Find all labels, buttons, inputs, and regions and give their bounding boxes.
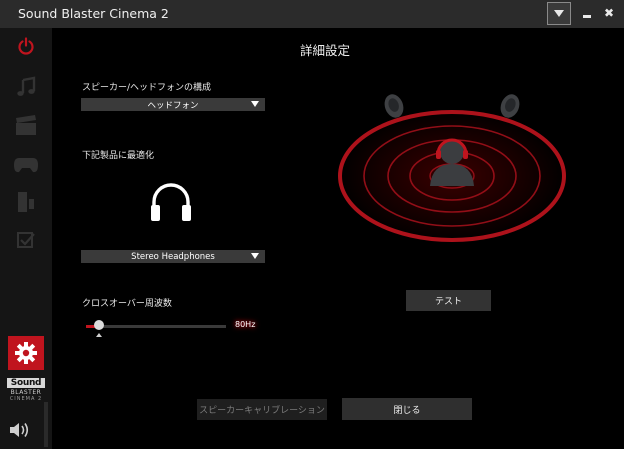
gamepad-icon [14,158,38,173]
close-window-button[interactable]: ✖ [600,2,618,24]
sound-blaster-logo: Sound BLASTER CINEMA 2 [7,378,45,406]
sidebar-item-checklist[interactable] [10,226,42,254]
gear-icon [15,342,37,364]
speaker-tablet-icon [18,192,34,212]
sidebar: Sound BLASTER CINEMA 2 [0,28,52,449]
chevron-down-icon [554,10,564,17]
movie-clapper-icon [16,115,36,135]
optimize-dropdown[interactable]: Stereo Headphones [81,250,265,263]
page-title: 詳細設定 [300,43,351,58]
crossover-slider-track[interactable] [86,325,226,328]
sidebar-item-movie[interactable] [10,112,42,140]
headphones-icon [151,183,191,221]
app-title: Sound Blaster Cinema 2 [18,6,169,21]
logo-blaster: BLASTER [10,389,42,396]
close-button[interactable]: 閉じる [342,398,472,420]
chevron-down-icon [251,101,259,107]
minimize-icon [583,15,591,18]
volume-button[interactable] [8,420,32,440]
logo-sound: Sound [7,378,45,388]
sidebar-item-music[interactable] [10,73,42,101]
speaker-visualization [337,94,567,244]
crossover-label: クロスオーバー周波数 [82,299,172,309]
optimize-value: Stereo Headphones [131,251,215,262]
crossover-slider-thumb[interactable] [93,320,104,330]
chevron-down-icon [251,253,259,259]
sidebar-item-game[interactable] [10,151,42,179]
checklist-icon [17,232,35,248]
sidebar-item-settings[interactable] [8,336,44,370]
power-icon [18,37,34,55]
speaker-config-label: スピーカー/ヘッドフォンの構成 [82,83,212,93]
test-button[interactable]: テスト [406,290,491,311]
logo-cinema: CINEMA 2 [9,396,43,402]
speaker-calibration-button[interactable]: スピーカーキャリブレーション [197,399,327,420]
close-icon: ✖ [603,6,615,20]
sidebar-item-speaker[interactable] [10,188,42,216]
music-note-icon [17,76,36,96]
title-bar: Sound Blaster Cinema 2 ✖ [0,0,624,28]
window-menu-button[interactable] [547,2,571,25]
optimize-label: 下記製品に最適化 [82,151,155,161]
crossover-value: 80Hz [235,320,256,329]
speaker-config-value: ヘッドフォン [147,100,199,111]
minimize-button[interactable] [578,2,596,24]
volume-slider[interactable] [44,402,48,447]
sidebar-item-power[interactable] [10,32,42,60]
crossover-slider-marker [95,333,102,337]
speaker-volume-icon [10,423,29,437]
advanced-settings-panel: 詳細設定 スピーカー/ヘッドフォンの構成 ヘッドフォン 下記製品に最適化 Ste… [52,28,624,449]
speaker-config-dropdown[interactable]: ヘッドフォン [81,98,265,111]
